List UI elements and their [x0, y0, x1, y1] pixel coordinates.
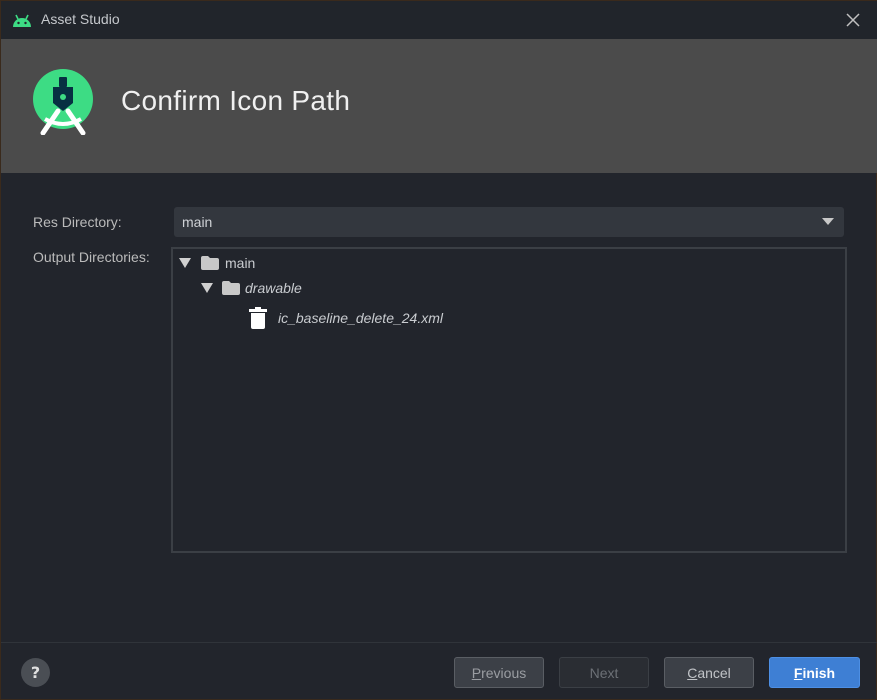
expand-triangle-icon[interactable]: [179, 258, 191, 268]
chevron-down-icon: [822, 218, 834, 225]
cancel-label: ancel: [697, 665, 731, 681]
tree-node-drawable[interactable]: drawable: [201, 278, 302, 298]
res-directory-value: main: [182, 214, 213, 230]
tree-node-main[interactable]: main: [179, 253, 255, 273]
tree-node-file[interactable]: ic_baseline_delete_24.xml: [249, 306, 443, 330]
footer-divider: [1, 642, 877, 643]
help-button[interactable]: ?: [21, 658, 50, 687]
cancel-button[interactable]: Cancel: [664, 657, 754, 688]
output-directories-label: Output Directories:: [33, 249, 150, 265]
expand-triangle-icon[interactable]: [201, 283, 213, 293]
res-directory-dropdown[interactable]: main: [174, 207, 844, 237]
page-title: Confirm Icon Path: [121, 85, 351, 116]
finish-label: inish: [802, 665, 836, 681]
help-icon: ?: [30, 663, 41, 682]
title-bar: Asset Studio: [1, 1, 877, 39]
finish-button[interactable]: Finish: [769, 657, 860, 688]
cancel-mnemonic: C: [687, 665, 698, 681]
previous-mnemonic: P: [471, 665, 482, 681]
android-icon: [13, 14, 31, 27]
asset-studio-dialog: Asset Studio Confirm Icon Path Res Direc…: [0, 0, 877, 700]
window-title: Asset Studio: [41, 11, 120, 27]
folder-icon: [201, 256, 219, 270]
tree-node-label: main: [225, 255, 256, 271]
folder-icon: [222, 281, 240, 295]
close-icon[interactable]: [844, 11, 862, 29]
previous-label: revious: [481, 665, 527, 681]
res-directory-label: Res Directory:: [33, 214, 122, 230]
next-button[interactable]: Next: [559, 657, 649, 688]
previous-button[interactable]: Previous: [454, 657, 544, 688]
tree-node-label: ic_baseline_delete_24.xml: [278, 310, 443, 326]
header-banner: Confirm Icon Path: [1, 39, 877, 173]
trash-icon: [249, 307, 267, 329]
output-directories-tree[interactable]: main drawable ic_baseline_delete_24.xml: [171, 247, 847, 553]
tree-node-label: drawable: [245, 280, 302, 296]
android-studio-logo: [33, 69, 93, 135]
next-label: Next: [589, 665, 619, 681]
